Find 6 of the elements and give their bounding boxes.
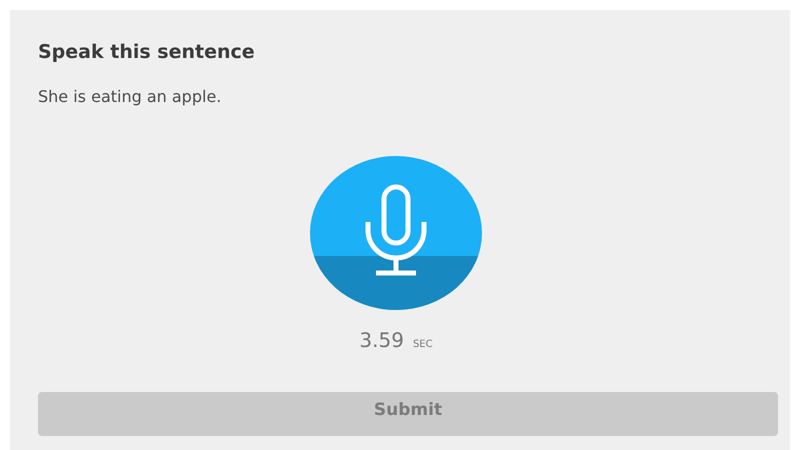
prompt-title: Speak this sentence — [38, 40, 256, 64]
record-button[interactable] — [310, 156, 482, 310]
time-unit: SEC — [412, 339, 433, 350]
elapsed-time: 3.59 — [359, 328, 404, 352]
microphone-icon — [366, 184, 426, 276]
prompt-sentence: She is eating an apple. — [38, 86, 222, 108]
